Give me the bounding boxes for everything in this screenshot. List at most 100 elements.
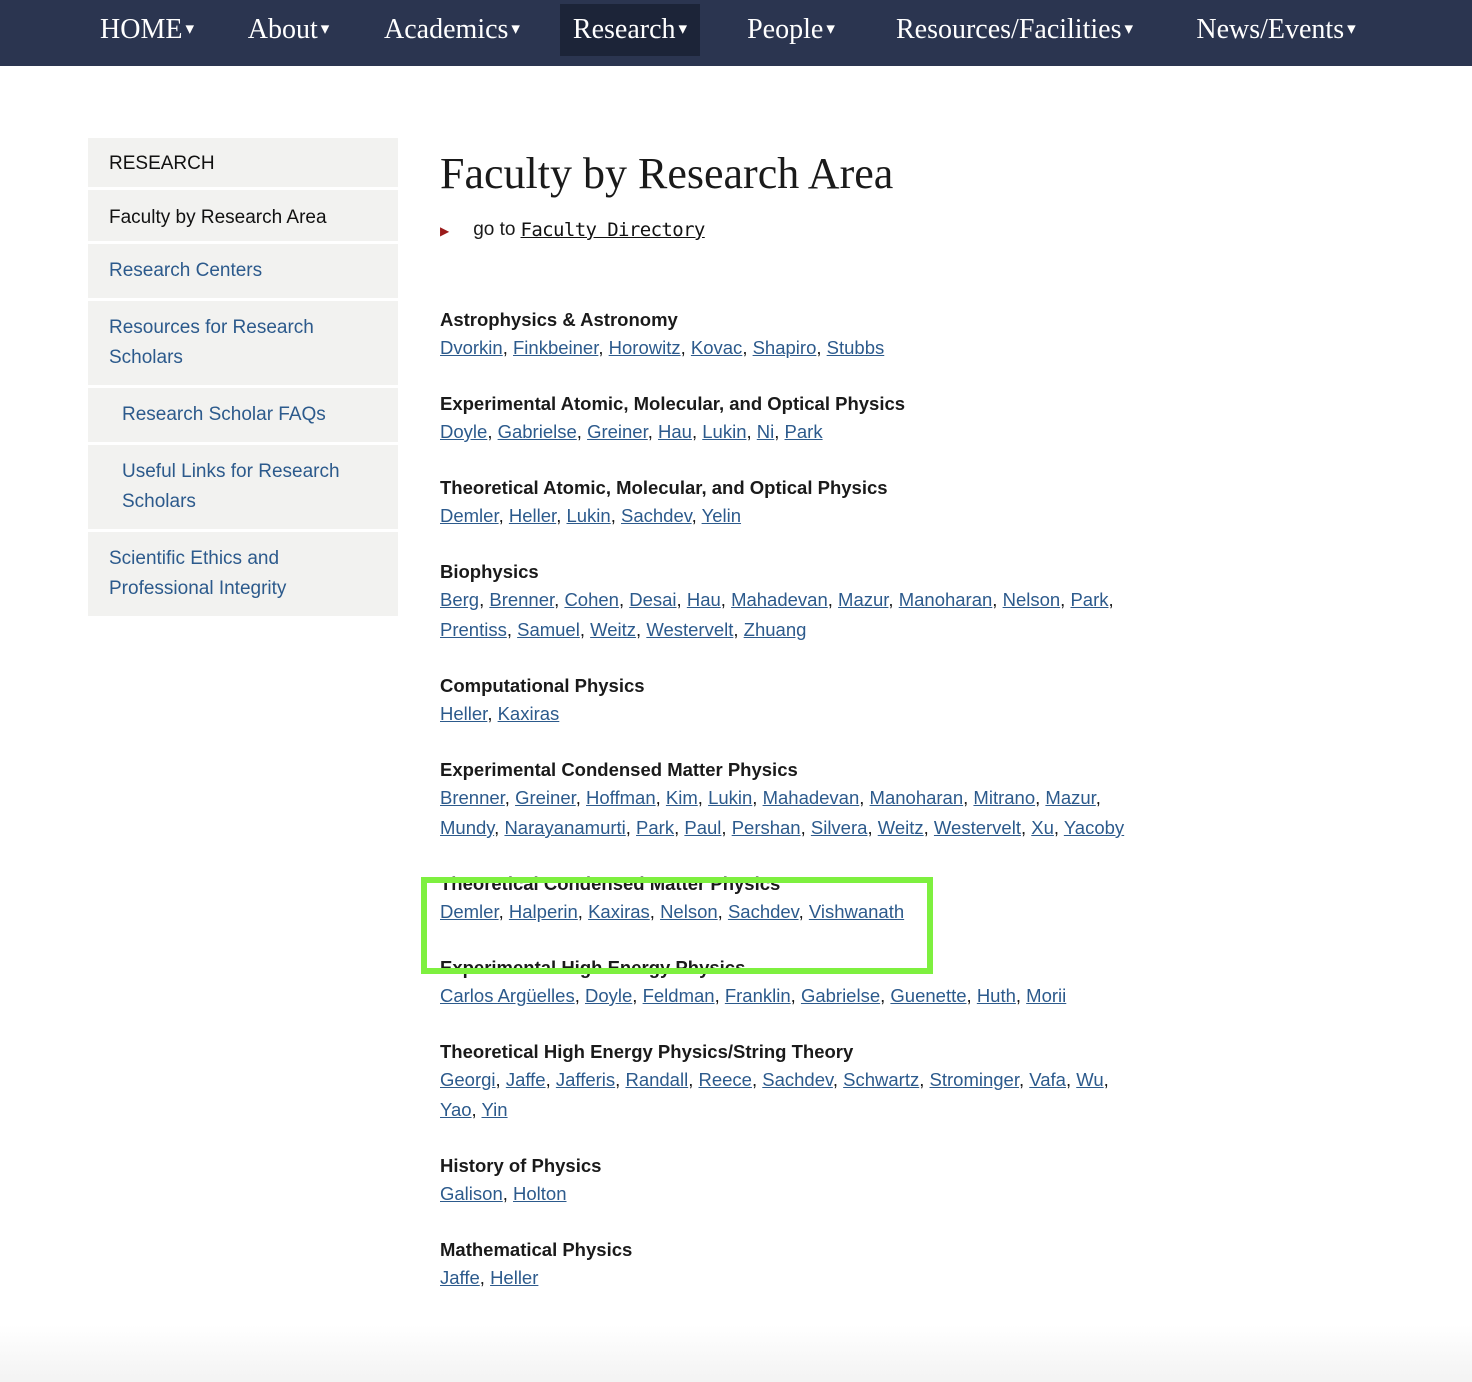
faculty-link-westervelt[interactable]: Westervelt [934, 817, 1021, 838]
faculty-link-horowitz[interactable]: Horowitz [609, 337, 681, 358]
faculty-link-mazur[interactable]: Mazur [838, 589, 888, 610]
faculty-link-narayanamurti[interactable]: Narayanamurti [504, 817, 625, 838]
faculty-link-pershan[interactable]: Pershan [732, 817, 801, 838]
nav-resources-facilities[interactable]: Resources/Facilities ▾ [878, 4, 1151, 56]
faculty-link-nelson[interactable]: Nelson [1003, 589, 1061, 610]
nav-home[interactable]: HOME ▾ [88, 4, 206, 56]
faculty-link-weitz[interactable]: Weitz [878, 817, 924, 838]
faculty-link-park[interactable]: Park [1070, 589, 1108, 610]
faculty-link-feldman[interactable]: Feldman [643, 985, 715, 1006]
faculty-link-berg[interactable]: Berg [440, 589, 479, 610]
nav-research[interactable]: Research ▾ [560, 4, 700, 56]
faculty-link-hau[interactable]: Hau [687, 589, 721, 610]
faculty-link-demler[interactable]: Demler [440, 901, 499, 922]
faculty-link-samuel[interactable]: Samuel [517, 619, 580, 640]
faculty-link-morii[interactable]: Morii [1026, 985, 1066, 1006]
faculty-link-sachdev[interactable]: Sachdev [762, 1069, 833, 1090]
faculty-link-dvorkin[interactable]: Dvorkin [440, 337, 503, 358]
faculty-link-strominger[interactable]: Strominger [930, 1069, 1019, 1090]
faculty-link-yacoby[interactable]: Yacoby [1064, 817, 1124, 838]
sidebar-item-resources-for-research-scholars[interactable]: Resources for Research Scholars [88, 301, 398, 385]
faculty-link-paul[interactable]: Paul [684, 817, 721, 838]
faculty-link-brenner[interactable]: Brenner [440, 787, 505, 808]
faculty-link-gabrielse[interactable]: Gabrielse [498, 421, 577, 442]
faculty-link-manoharan[interactable]: Manoharan [899, 589, 993, 610]
faculty-link-shapiro[interactable]: Shapiro [753, 337, 817, 358]
faculty-link-vafa[interactable]: Vafa [1029, 1069, 1066, 1090]
faculty-link-heller[interactable]: Heller [509, 505, 556, 526]
faculty-link-guenette[interactable]: Guenette [890, 985, 966, 1006]
faculty-link-georgi[interactable]: Georgi [440, 1069, 496, 1090]
faculty-link-gabrielse[interactable]: Gabrielse [801, 985, 880, 1006]
faculty-link-silvera[interactable]: Silvera [811, 817, 868, 838]
faculty-link-doyle[interactable]: Doyle [440, 421, 487, 442]
faculty-link-reece[interactable]: Reece [698, 1069, 751, 1090]
faculty-link-zhuang[interactable]: Zhuang [744, 619, 807, 640]
faculty-link-heller[interactable]: Heller [440, 703, 487, 724]
faculty-link-brenner[interactable]: Brenner [489, 589, 554, 610]
faculty-link-manoharan[interactable]: Manoharan [870, 787, 964, 808]
faculty-link-greiner[interactable]: Greiner [587, 421, 648, 442]
faculty-link-hoffman[interactable]: Hoffman [586, 787, 656, 808]
faculty-link-desai[interactable]: Desai [629, 589, 676, 610]
sidebar-item-scientific-ethics[interactable]: Scientific Ethics and Professional Integ… [88, 532, 398, 616]
faculty-link-wu[interactable]: Wu [1076, 1069, 1103, 1090]
faculty-link-hau[interactable]: Hau [658, 421, 692, 442]
faculty-link-jaffe[interactable]: Jaffe [506, 1069, 546, 1090]
faculty-link-mahadevan[interactable]: Mahadevan [763, 787, 860, 808]
nav-people[interactable]: People ▾ [734, 4, 848, 56]
faculty-link-nelson[interactable]: Nelson [660, 901, 718, 922]
faculty-link-greiner[interactable]: Greiner [515, 787, 576, 808]
research-area-title: Mathematical Physics [440, 1239, 633, 1260]
faculty-link-galison[interactable]: Galison [440, 1183, 503, 1204]
faculty-link-cohen[interactable]: Cohen [564, 589, 619, 610]
sidebar-item-research-centers[interactable]: Research Centers [88, 244, 398, 298]
faculty-link-yao[interactable]: Yao [440, 1099, 472, 1120]
faculty-directory-link[interactable]: Faculty Directory [521, 219, 706, 241]
faculty-link-park[interactable]: Park [636, 817, 674, 838]
faculty-link-schwartz[interactable]: Schwartz [843, 1069, 919, 1090]
faculty-link-weitz[interactable]: Weitz [590, 619, 636, 640]
faculty-link-heller[interactable]: Heller [490, 1267, 538, 1288]
faculty-link-demler[interactable]: Demler [440, 505, 499, 526]
faculty-link-kaxiras[interactable]: Kaxiras [588, 901, 650, 922]
faculty-link-franklin[interactable]: Franklin [725, 985, 791, 1006]
faculty-link-carlos-arg-elles[interactable]: Carlos Argüelles [440, 985, 575, 1006]
faculty-link-sachdev[interactable]: Sachdev [728, 901, 799, 922]
faculty-link-finkbeiner[interactable]: Finkbeiner [513, 337, 598, 358]
faculty-link-yin[interactable]: Yin [482, 1099, 508, 1120]
faculty-link-lukin[interactable]: Lukin [702, 421, 746, 442]
faculty-link-stubbs[interactable]: Stubbs [827, 337, 885, 358]
faculty-link-kaxiras[interactable]: Kaxiras [498, 703, 560, 724]
nav-news-events[interactable]: News/Events ▾ [1180, 4, 1372, 56]
faculty-link-kovac[interactable]: Kovac [691, 337, 742, 358]
sidebar-item-faculty-by-research-area[interactable]: Faculty by Research Area [88, 190, 398, 241]
faculty-link-huth[interactable]: Huth [977, 985, 1016, 1006]
faculty-link-jaffe[interactable]: Jaffe [440, 1267, 480, 1288]
faculty-link-mazur[interactable]: Mazur [1045, 787, 1095, 808]
nav-academics[interactable]: Academics ▾ [371, 4, 533, 56]
faculty-link-westervelt[interactable]: Westervelt [646, 619, 733, 640]
sidebar-item-useful-links[interactable]: Useful Links for Research Scholars [88, 445, 398, 529]
faculty-link-lukin[interactable]: Lukin [566, 505, 610, 526]
faculty-link-mundy[interactable]: Mundy [440, 817, 494, 838]
faculty-link-park[interactable]: Park [785, 421, 823, 442]
faculty-link-holton[interactable]: Holton [513, 1183, 566, 1204]
faculty-link-doyle[interactable]: Doyle [585, 985, 632, 1006]
faculty-link-kim[interactable]: Kim [666, 787, 698, 808]
sidebar-item-research-scholar-faqs[interactable]: Research Scholar FAQs [88, 388, 398, 442]
faculty-link-vishwanath[interactable]: Vishwanath [809, 901, 904, 922]
faculty-link-lukin[interactable]: Lukin [708, 787, 752, 808]
faculty-link-yelin[interactable]: Yelin [702, 505, 741, 526]
faculty-link-halperin[interactable]: Halperin [509, 901, 578, 922]
faculty-link-prentiss[interactable]: Prentiss [440, 619, 507, 640]
faculty-link-randall[interactable]: Randall [625, 1069, 688, 1090]
faculty-link-ni[interactable]: Ni [757, 421, 774, 442]
faculty-link-mitrano[interactable]: Mitrano [973, 787, 1035, 808]
nav-about[interactable]: About ▾ [236, 4, 341, 56]
faculty-link-jafferis[interactable]: Jafferis [556, 1069, 615, 1090]
faculty-link-mahadevan[interactable]: Mahadevan [731, 589, 828, 610]
faculty-link-xu[interactable]: Xu [1031, 817, 1054, 838]
research-area-theoretical-atomic-molecular-and-optical-physics: Theoretical Atomic, Molecular, and Optic… [440, 475, 1440, 531]
faculty-link-sachdev[interactable]: Sachdev [621, 505, 692, 526]
